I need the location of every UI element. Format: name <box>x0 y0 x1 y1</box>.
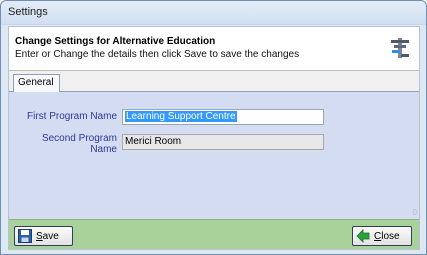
header-title: Change Settings for Alternative Educatio… <box>15 36 216 47</box>
settings-window: Settings Change Settings for Alternative… <box>0 0 427 255</box>
dialog-content: Change Settings for Alternative Educatio… <box>8 26 420 250</box>
tab-strip: General <box>9 71 419 93</box>
save-label: Save <box>36 230 59 242</box>
dialog-header: Change Settings for Alternative Educatio… <box>9 27 419 71</box>
general-panel: First Program Name Learning Support Cent… <box>9 92 419 219</box>
first-program-input[interactable]: Learning Support Centre <box>122 109 324 125</box>
tab-general[interactable]: General <box>13 74 60 93</box>
close-label: Close <box>374 230 400 242</box>
save-button[interactable]: Save <box>14 226 73 246</box>
first-program-value: Learning Support Centre <box>125 111 237 122</box>
footer-bar: Save Close <box>9 219 419 249</box>
settings-tool-icon <box>391 38 409 58</box>
title-bar[interactable]: Settings <box>1 1 426 25</box>
close-button[interactable]: Close <box>352 226 412 246</box>
corner-mark: 0 <box>412 208 417 217</box>
second-program-label: Second Program Name <box>41 133 117 155</box>
arrow-left-icon <box>356 229 370 243</box>
second-program-input[interactable]: Merici Room <box>122 134 324 150</box>
window-title: Settings <box>8 6 48 18</box>
floppy-disk-icon <box>18 229 32 243</box>
header-subtitle: Enter or Change the details then click S… <box>15 49 300 60</box>
first-program-label: First Program Name <box>26 111 117 122</box>
